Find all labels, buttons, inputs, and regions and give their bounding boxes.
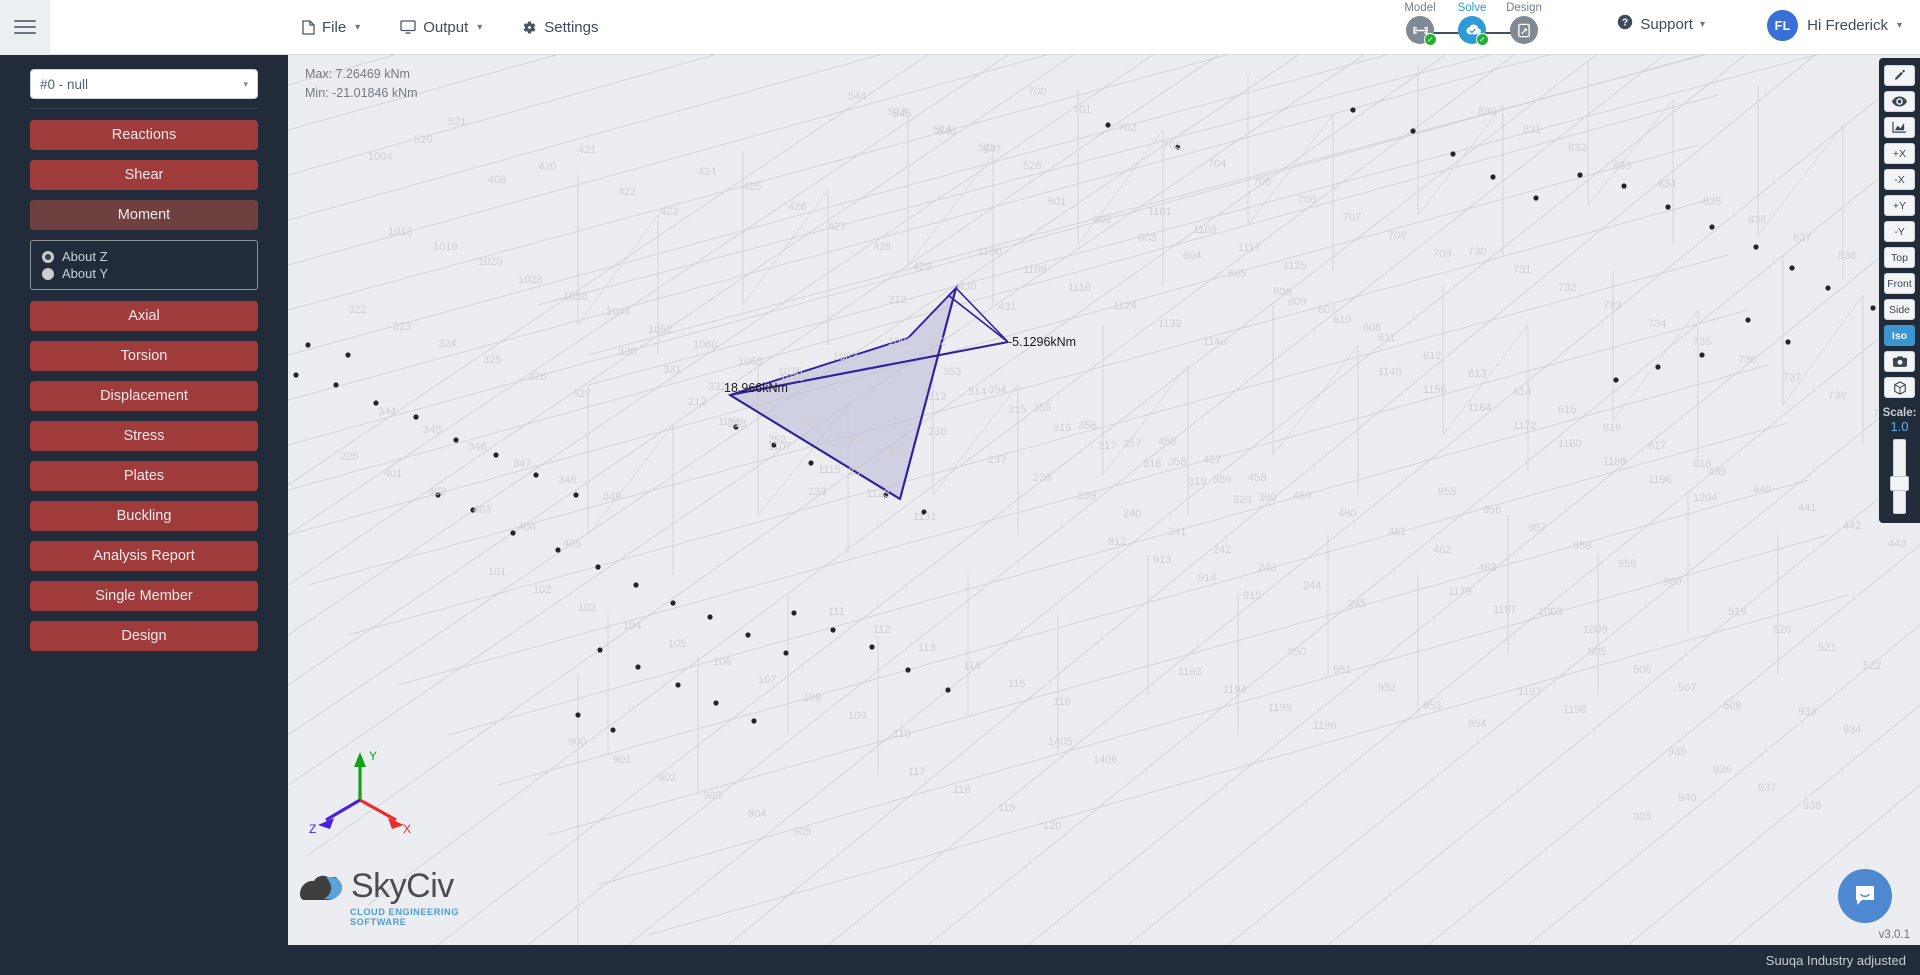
step-design[interactable]: Design: [1498, 2, 1550, 44]
avatar: FL: [1767, 10, 1799, 41]
min-value-label: Min: -21.01846 kNm: [305, 85, 418, 100]
chat-bubble-icon[interactable]: [1838, 869, 1892, 923]
check-icon: ✓: [1476, 33, 1489, 46]
beam-icon: ✓: [1406, 16, 1437, 46]
axis-triad: Y X Z: [309, 749, 411, 835]
main-menu: File ▾ Output ▾ Settings: [300, 15, 600, 40]
user-greeting: Hi Frederick: [1807, 17, 1888, 34]
radio-about-y-label: About Y: [62, 266, 109, 281]
version-label: v3.0.1: [1878, 929, 1910, 941]
help-circle-icon: ?: [1617, 14, 1633, 34]
minmax-readout: Max: 7.26469 kNm Min: -21.01846 kNm: [305, 65, 418, 103]
scale-label: Scale:: [1882, 407, 1917, 419]
status-bar: Suuqa Industry adjusted: [0, 945, 1920, 975]
view-toolbar: +X -X +Y -Y Top Front Side Iso Scale: 1.…: [1879, 58, 1920, 523]
top-bar: File ▾ Output ▾ Settings Model ✓ Solve ✓…: [0, 0, 1920, 55]
scale-value: 1.0: [1890, 419, 1909, 434]
plates-button[interactable]: Plates: [30, 461, 258, 491]
view-top-button[interactable]: Top: [1884, 247, 1915, 268]
view-iso-button[interactable]: Iso: [1884, 325, 1915, 346]
chevron-down-icon: ▾: [355, 21, 361, 33]
menu-settings-label: Settings: [544, 18, 599, 36]
radio-about-y[interactable]: About Y: [42, 266, 257, 281]
radio-about-z-label: About Z: [62, 249, 108, 264]
camera-icon[interactable]: [1884, 351, 1915, 372]
analysis-report-button[interactable]: Analysis Report: [30, 541, 258, 571]
torsion-button[interactable]: Torsion: [30, 341, 258, 371]
step-design-label: Design: [1506, 2, 1542, 14]
max-value-label: Max: 7.26469 kNm: [305, 67, 410, 81]
menu-output-label: Output: [423, 18, 469, 36]
menu-file[interactable]: File ▾: [300, 15, 362, 40]
check-icon: ✓: [1424, 33, 1437, 46]
view-plus-y-button[interactable]: +Y: [1884, 195, 1915, 216]
axis-z-label: Z: [309, 822, 316, 835]
gear-icon: [522, 20, 537, 35]
skyciv-wordmark: SkyCiv: [351, 867, 454, 905]
chevron-down-icon: ▾: [477, 21, 483, 33]
skyciv-logo: SkyCiv CLOUD ENGINEERING SOFTWARE: [296, 867, 476, 927]
support-label: Support: [1640, 15, 1693, 33]
eye-icon[interactable]: [1884, 91, 1915, 112]
cube-icon[interactable]: [1884, 377, 1915, 398]
step-model[interactable]: Model ✓: [1394, 2, 1472, 46]
chevron-down-icon: ▾: [243, 78, 248, 89]
skyciv-mark-icon: [300, 875, 343, 900]
menu-file-label: File: [322, 18, 347, 36]
design-icon: [1510, 16, 1538, 44]
view-front-button[interactable]: Front: [1884, 273, 1915, 294]
user-menu[interactable]: FL Hi Frederick ▾: [1767, 10, 1902, 41]
single-member-button[interactable]: Single Member: [30, 581, 258, 611]
svg-text:?: ?: [1622, 18, 1628, 29]
scale-slider[interactable]: [1890, 439, 1909, 514]
reactions-button[interactable]: Reactions: [30, 120, 258, 150]
chevron-down-icon: ▾: [1896, 20, 1902, 31]
monitor-icon: [400, 20, 416, 34]
chart-icon[interactable]: [1884, 117, 1915, 138]
radio-dot-icon: [42, 250, 54, 263]
design-button[interactable]: Design: [30, 621, 258, 651]
step-model-label: Model: [1404, 2, 1436, 14]
moment-diagram: [727, 284, 1009, 501]
buckling-button[interactable]: Buckling: [30, 501, 258, 531]
support-button[interactable]: ? Support ▾: [1617, 14, 1705, 34]
hamburger-bars: [14, 16, 36, 38]
radio-about-z[interactable]: About Z: [42, 249, 257, 264]
structure-wireframe: [288, 55, 1920, 945]
moment-button[interactable]: Moment: [30, 200, 258, 230]
view-plus-x-button[interactable]: +X: [1884, 143, 1915, 164]
sidebar-divider: [30, 108, 258, 109]
step-solve-label: Solve: [1457, 2, 1487, 14]
file-icon: [302, 19, 315, 35]
workflow-steps: Model ✓ Solve ✓ Design: [1394, 2, 1550, 46]
axis-x-label: X: [403, 822, 411, 835]
view-minus-y-button[interactable]: -Y: [1884, 221, 1915, 242]
pencil-icon[interactable]: [1884, 65, 1915, 86]
view-minus-x-button[interactable]: -X: [1884, 169, 1915, 190]
results-sidebar: #0 - null ▾ Reactions Shear Moment About…: [0, 55, 288, 975]
shear-button[interactable]: Shear: [30, 160, 258, 190]
moment-axis-radio-group: About Z About Y: [30, 240, 258, 290]
axial-button[interactable]: Axial: [30, 301, 258, 331]
cloud-check-icon: ✓: [1458, 16, 1489, 46]
loadcase-select[interactable]: #0 - null ▾: [30, 69, 258, 99]
radio-dot-icon: [42, 267, 54, 280]
scale-slider-thumb[interactable]: [1890, 476, 1909, 491]
step-solve[interactable]: Solve ✓: [1446, 2, 1524, 46]
menu-settings[interactable]: Settings: [520, 15, 600, 40]
status-message: Suuqa Industry adjusted: [1765, 952, 1906, 968]
chevron-down-icon: ▾: [1699, 18, 1705, 30]
model-viewport[interactable]: Max: 7.26469 kNm Min: -21.01846 kNm 1004…: [288, 55, 1920, 945]
skyciv-tagline: CLOUD ENGINEERING SOFTWARE: [350, 907, 459, 927]
stress-button[interactable]: Stress: [30, 421, 258, 451]
displacement-button[interactable]: Displacement: [30, 381, 258, 411]
axis-y-label: Y: [369, 749, 377, 763]
view-side-button[interactable]: Side: [1884, 299, 1915, 320]
menu-output[interactable]: Output ▾: [398, 15, 484, 40]
menu-icon[interactable]: [0, 0, 50, 55]
loadcase-value: #0 - null: [40, 76, 89, 92]
